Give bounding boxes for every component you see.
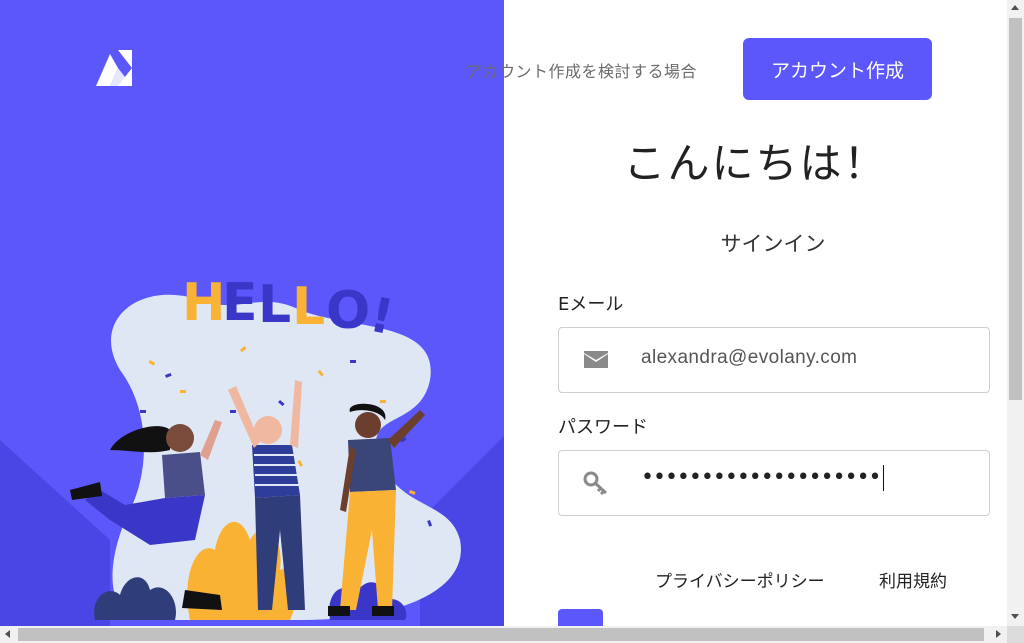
hello-letter-h: H bbox=[182, 273, 226, 333]
svg-text:L: L bbox=[258, 275, 291, 335]
signin-title: サインイン bbox=[720, 232, 826, 256]
hello-illustration: H E L L O ! bbox=[0, 273, 504, 626]
terms-link[interactable]: 利用規約 bbox=[879, 567, 947, 592]
horizontal-scrollbar[interactable] bbox=[0, 626, 1007, 643]
privacy-policy-link[interactable]: プライバシーポリシー bbox=[655, 567, 825, 592]
scroll-right-icon[interactable] bbox=[996, 630, 1001, 638]
svg-text:L: L bbox=[292, 277, 325, 337]
password-value: •••••••••••••••••••• bbox=[641, 465, 884, 491]
svg-text:O: O bbox=[326, 281, 370, 341]
email-label: Eメール bbox=[558, 294, 624, 315]
vertical-scrollbar[interactable] bbox=[1007, 0, 1024, 626]
scroll-down-icon[interactable] bbox=[1011, 614, 1019, 619]
scroll-up-icon[interactable] bbox=[1011, 5, 1019, 10]
scroll-left-icon[interactable] bbox=[5, 630, 10, 638]
vertical-scroll-thumb[interactable] bbox=[1009, 18, 1022, 400]
create-account-button[interactable]: アカウント作成 bbox=[743, 38, 932, 100]
horizontal-scroll-thumb[interactable] bbox=[18, 628, 984, 641]
svg-text:E: E bbox=[222, 273, 258, 333]
signin-button[interactable] bbox=[558, 609, 603, 626]
brand-logo[interactable] bbox=[96, 50, 132, 86]
key-icon bbox=[583, 471, 608, 495]
scrollbar-corner bbox=[1007, 626, 1024, 643]
envelope-icon bbox=[584, 351, 608, 368]
create-account-prompt: アカウント作成を検討する場合 bbox=[466, 62, 698, 81]
password-field[interactable]: •••••••••••••••••••• bbox=[558, 450, 990, 516]
greeting-heading: こんにちは！ bbox=[623, 139, 888, 188]
email-field[interactable]: alexandra@evolany.com bbox=[558, 327, 990, 393]
hero-panel: H E L L O ! bbox=[0, 0, 504, 626]
password-label: パスワード bbox=[558, 417, 648, 438]
email-value: alexandra@evolany.com bbox=[641, 347, 858, 368]
text-caret bbox=[882, 465, 884, 491]
